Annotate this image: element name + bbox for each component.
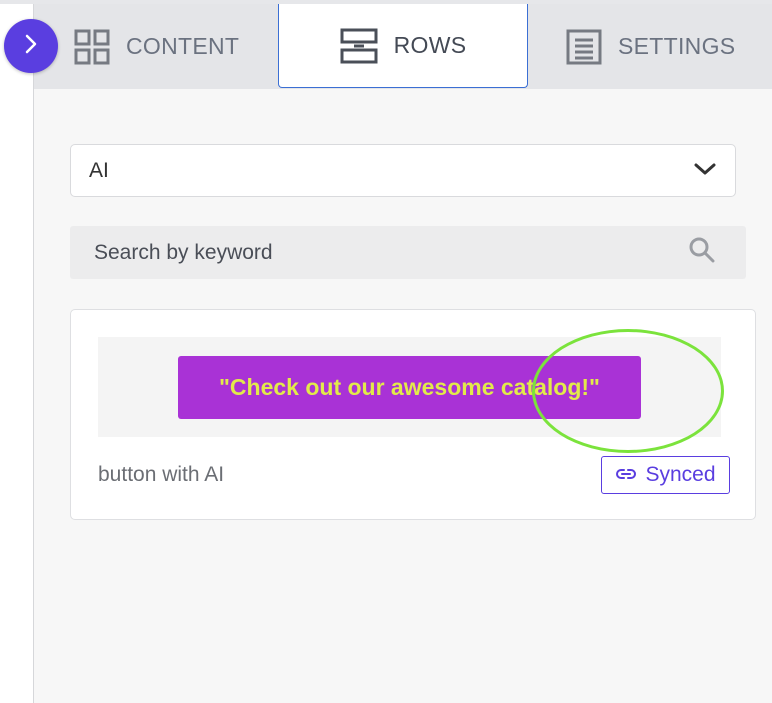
preview-cta-button: "Check out our awesome catalog!" (178, 355, 641, 419)
rows-icon (340, 28, 378, 64)
tab-rows-label: ROWS (393, 32, 467, 58)
link-icon (615, 463, 637, 487)
tab-bar: CONTENT ROWS SETTINGS (34, 4, 772, 89)
tab-rows[interactable]: ROWS (278, 4, 528, 88)
sidebar-toggle-button[interactable] (4, 19, 58, 73)
saved-row-name: button with AI (98, 463, 225, 486)
search-icon[interactable] (688, 236, 716, 269)
rows-panel: AI "Check out our awesome catalog!" butt… (34, 89, 772, 703)
saved-row-card[interactable]: "Check out our awesome catalog!" button … (70, 309, 756, 520)
search-box (70, 226, 746, 279)
chevron-right-icon (21, 33, 41, 60)
synced-badge[interactable]: Synced (601, 456, 730, 494)
row-preview: "Check out our awesome catalog!" (98, 337, 721, 437)
tab-settings[interactable]: SETTINGS (566, 4, 735, 89)
synced-label: Synced (645, 463, 716, 486)
row-category-select[interactable]: AI (70, 144, 736, 197)
tab-content[interactable]: CONTENT (74, 4, 239, 89)
settings-list-icon (566, 29, 602, 65)
row-category-select-value: AI (89, 158, 109, 182)
chevron-down-icon (693, 159, 717, 183)
grid-icon (74, 29, 110, 65)
tab-settings-label: SETTINGS (618, 33, 736, 59)
search-input[interactable] (92, 239, 688, 266)
tab-content-label: CONTENT (126, 33, 240, 59)
